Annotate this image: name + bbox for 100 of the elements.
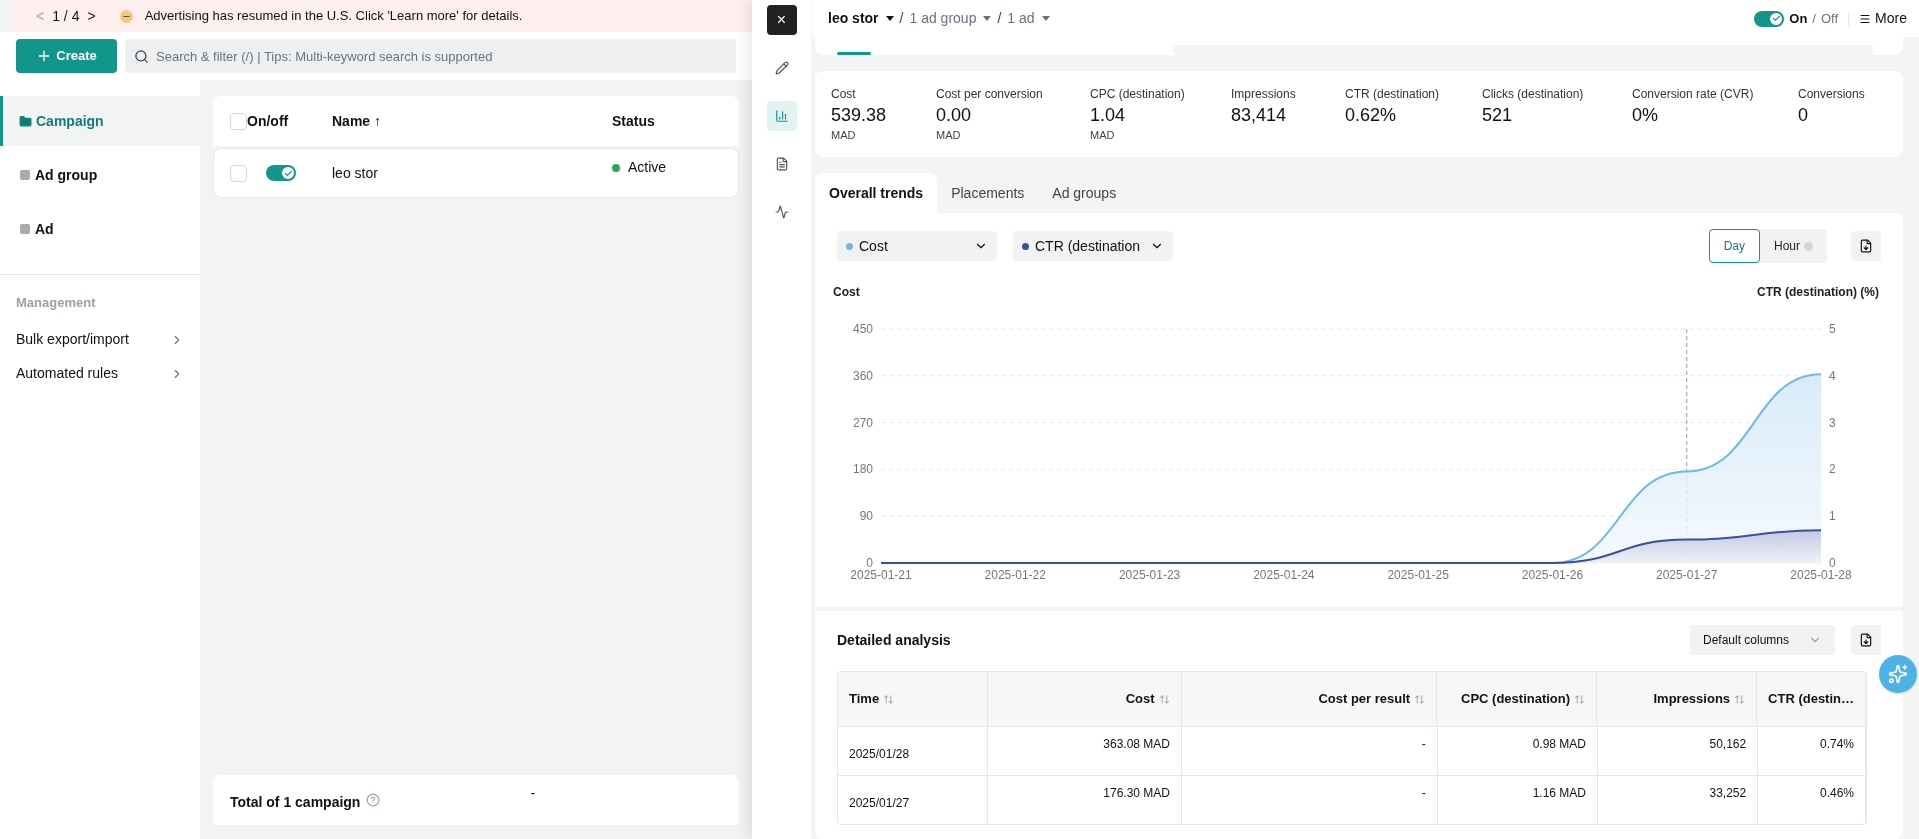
column-header[interactable]: CPC (destination) — [1437, 672, 1598, 726]
check-icon — [283, 168, 293, 178]
tab[interactable]: Placements — [937, 173, 1039, 213]
status-text: Active — [628, 158, 667, 177]
table-cell: 0.46% — [1758, 776, 1866, 824]
y-tick-label: 0 — [866, 556, 874, 570]
breadcrumb-separator: / — [899, 9, 904, 28]
x-tick-label: 2025-01-26 — [1521, 568, 1584, 582]
tab[interactable]: Overall trends — [815, 173, 938, 213]
export-button[interactable] — [1851, 625, 1881, 655]
breadcrumb-item[interactable]: 1 ad group — [909, 8, 992, 29]
legend-label: CTR (destination — [1035, 236, 1142, 256]
table-cell: 1.16 MAD — [1437, 776, 1598, 824]
help-icon[interactable] — [366, 793, 381, 807]
sort-icon[interactable] — [1158, 693, 1170, 705]
column-header: On/off — [247, 111, 290, 131]
column-header[interactable]: Name ↑ — [332, 110, 612, 132]
section-title: Detailed analysis — [837, 630, 952, 650]
breadcrumb-item[interactable]: leo stor — [828, 8, 894, 29]
sidebar-item[interactable]: Campaign — [0, 96, 200, 146]
column-header[interactable]: Time — [838, 672, 989, 726]
stat-value: 0.00 — [936, 104, 973, 127]
status-toggle[interactable] — [266, 165, 296, 181]
more-button[interactable]: More — [1859, 8, 1907, 29]
stat-label: Cost per conversion — [936, 86, 1044, 103]
table-cell: 2025/01/27 — [838, 776, 989, 824]
table-cell: 2025/01/28 — [838, 727, 989, 775]
stat-unit: MAD — [936, 128, 962, 143]
y-tick-label: 360 — [852, 368, 874, 383]
search-field[interactable]: Search & filter (/) | Tips: Multi-keyword search is supported — [125, 39, 736, 73]
x-tick-label: 2025-01-21 — [850, 568, 913, 582]
stat-label: Conversions — [1798, 86, 1866, 103]
column-header[interactable]: CTR (destin… — [1757, 672, 1866, 726]
search-icon — [134, 49, 149, 64]
stat-label: Cost — [831, 86, 857, 103]
axis-title: CTR (destination) (%) — [1757, 284, 1879, 301]
line-chart: 0 90 180 270 360 450 0 1 2 3 4 5 2025-01-21 2025-01-22 2025-01-23 2025-01-24 2025-01-25 2025-01-26 2025-01-27 2025-01-28 — [831, 301, 1871, 601]
x-tick-label: 2025-01-23 — [1118, 568, 1181, 582]
sort-icon[interactable] — [883, 693, 895, 705]
caret-icon — [983, 16, 992, 21]
x-tick-label: 2025-01-27 — [1656, 568, 1718, 582]
table-cell: 50,162 — [1598, 727, 1759, 775]
y-tick-label: 90 — [859, 509, 874, 524]
y-tick-label: 450 — [852, 322, 874, 336]
on-off-toggle[interactable] — [1754, 10, 1785, 27]
check-icon — [1771, 14, 1781, 23]
caret-icon — [885, 16, 894, 21]
y2-tick-label: 4 — [1829, 368, 1836, 383]
column-header[interactable]: Cost per result — [1181, 672, 1438, 726]
next-button[interactable]: > — [87, 5, 96, 27]
menu-item[interactable]: Automated rules — [16, 356, 184, 391]
x-tick-label: 2025-01-28 — [1790, 568, 1853, 582]
granularity-tab[interactable]: Hour — [1760, 229, 1827, 263]
checkbox[interactable] — [230, 112, 247, 130]
section-heading: Management — [16, 294, 97, 312]
total-status: - — [530, 784, 536, 803]
folder-icon — [19, 114, 32, 128]
table-cell: - — [1182, 776, 1438, 824]
menu-item[interactable]: Bulk export/import — [16, 322, 184, 357]
sidebar-item[interactable]: Ad — [0, 204, 200, 254]
granularity-tab[interactable]: Day — [1708, 229, 1760, 263]
sort-icon[interactable] — [1414, 693, 1426, 705]
stat-unit: MAD — [831, 128, 857, 143]
x-tick-label: 2025-01-22 — [984, 568, 1047, 582]
stat-label: Clicks (destination) — [1482, 86, 1585, 103]
slash-label: / — [1812, 9, 1816, 28]
table-cell: 0.98 MAD — [1437, 727, 1598, 775]
column-header: Status — [612, 111, 655, 131]
square-icon — [19, 223, 31, 235]
square-icon — [19, 169, 31, 181]
legend-label: Cost — [859, 236, 889, 256]
y2-tick-label: 2 — [1829, 462, 1836, 477]
y2-tick-label: 3 — [1829, 415, 1836, 430]
checkbox[interactable] — [230, 164, 247, 182]
stat-unit: MAD — [1090, 128, 1116, 143]
stat-label: Impressions — [1231, 86, 1297, 103]
campaign-name[interactable]: leo stor — [332, 162, 612, 184]
table-row[interactable]: leo stor Active — [213, 148, 739, 198]
metric-select[interactable]: CTR (destination — [1013, 231, 1173, 261]
banner-message: Advertising has resumed in the U.S. Click 'Learn more' for details. — [144, 7, 523, 26]
sidebar-item[interactable]: Ad group — [0, 150, 200, 200]
stat-label: CPC (destination) — [1090, 86, 1186, 103]
tab[interactable]: Ad groups — [1038, 173, 1131, 213]
sort-icon[interactable] — [1574, 693, 1586, 705]
column-header[interactable]: Impressions — [1597, 672, 1758, 726]
export-button[interactable] — [1851, 231, 1881, 261]
metric-select[interactable]: Cost — [837, 231, 997, 261]
column-header[interactable]: Cost — [988, 672, 1182, 726]
info-icon — [1804, 241, 1813, 251]
off-label: Off — [1821, 9, 1839, 28]
breadcrumb-item[interactable]: 1 ad — [1007, 8, 1050, 29]
stat-value: 0.62% — [1345, 104, 1398, 127]
columns-select[interactable]: Default columns — [1690, 625, 1835, 655]
close-button[interactable]: × — [766, 5, 797, 35]
breadcrumb-separator: / — [997, 9, 1002, 28]
bar-chart-icon[interactable] — [766, 101, 797, 131]
y-tick-label: 180 — [852, 462, 874, 477]
sort-icon[interactable] — [1734, 693, 1746, 705]
table-cell: 33,252 — [1598, 776, 1759, 824]
create-button[interactable]: Create — [16, 39, 117, 73]
